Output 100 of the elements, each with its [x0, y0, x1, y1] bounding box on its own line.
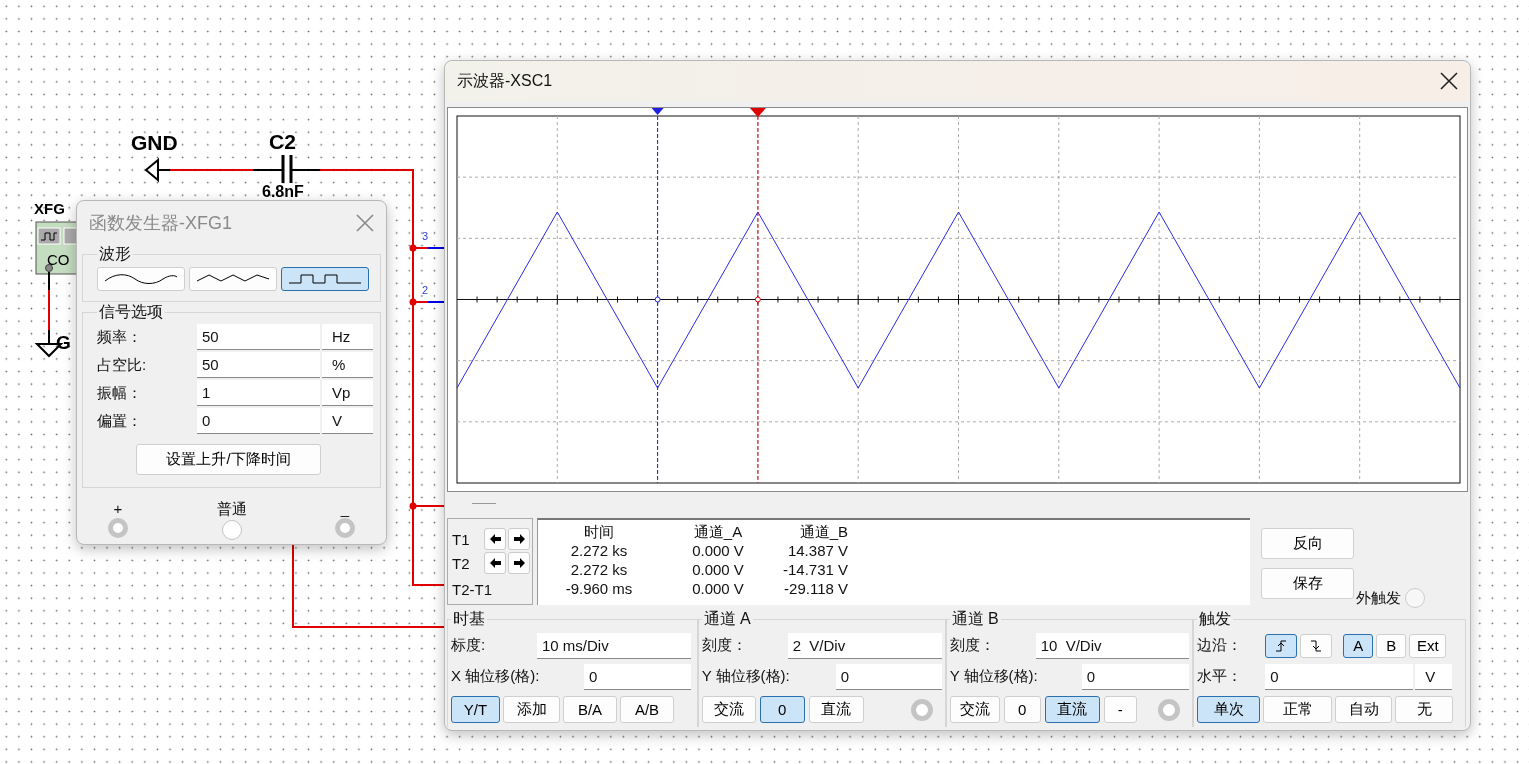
net-label: GND [131, 131, 178, 154]
field-label: 刻度： [949, 636, 996, 655]
source-button[interactable]: Ext [1409, 633, 1447, 658]
mode-button[interactable]: Y/T [451, 696, 500, 723]
group-title: 触发 [1198, 609, 1233, 629]
cursor-line[interactable] [757, 115, 759, 484]
move-left-button[interactable] [484, 552, 506, 574]
move-right-button[interactable] [508, 528, 530, 550]
edge-button[interactable] [1265, 633, 1298, 658]
field-label: 刻度： [701, 636, 748, 655]
mode-button[interactable]: A/B [620, 696, 674, 723]
coupling-button[interactable]: 交流 [949, 696, 1000, 723]
table-cell-text: 2.272 ks [569, 541, 629, 560]
input-field[interactable]: 1 [197, 380, 320, 406]
source-button[interactable]: B [1376, 633, 1407, 658]
cursor-label: T2 [452, 554, 471, 572]
table-cell-text: -9.960 ms [564, 579, 634, 598]
table-cell-text: 0.000 V [691, 560, 745, 579]
junction-dot [409, 244, 417, 252]
coupling-button[interactable]: - [1103, 696, 1137, 723]
field-label: 频率： [97, 327, 143, 347]
scale-field[interactable]: 10 ms/Div [537, 632, 691, 659]
rising-edge-icon [1275, 639, 1288, 652]
offset-field[interactable]: 0 [584, 663, 691, 690]
component-name: C2 [269, 130, 296, 153]
mode-button[interactable]: 自动 [1335, 696, 1393, 723]
coupling-button[interactable]: 0 [1003, 696, 1041, 723]
table-cell-text: 0.000 V [691, 541, 745, 560]
unit-field: Vp [322, 380, 373, 406]
table-cell-text: 14.387 V [786, 541, 848, 560]
close-icon[interactable] [1440, 72, 1458, 90]
cursor-point [754, 296, 761, 303]
component-name: XFG [34, 200, 65, 217]
net-number: 3 [422, 230, 429, 242]
action-button[interactable]: 保存 [1261, 568, 1354, 599]
mode-button[interactable]: 单次 [1197, 696, 1261, 723]
source-button[interactable]: A [1343, 633, 1374, 658]
unit-field: V [322, 408, 373, 434]
group-title: 时基 [452, 609, 486, 629]
field-label: 占空比: [97, 355, 148, 375]
coupling-button[interactable]: 0 [759, 696, 805, 723]
sine-wave-icon [105, 273, 177, 285]
field-label: 边沿： [1197, 636, 1244, 655]
cursor-label: T1 [452, 530, 471, 548]
field-label: 水平： [1197, 667, 1244, 686]
mode-button[interactable]: 正常 [1263, 696, 1333, 723]
component-value: 6.8nF [262, 183, 304, 200]
level-field[interactable]: 0 [1265, 663, 1414, 690]
cursor-handle[interactable] [749, 108, 766, 117]
table-cell-text: 0.000 V [691, 579, 745, 598]
junction-dot [409, 298, 417, 306]
move-right-button[interactable] [508, 552, 530, 574]
cursor-line[interactable] [657, 115, 659, 484]
unit-field: Hz [322, 324, 373, 350]
mode-button[interactable]: 添加 [503, 696, 560, 723]
input-field[interactable]: 50 [197, 352, 320, 378]
field-label: X 轴位移(格): [451, 667, 541, 686]
unit-field: V [1415, 663, 1453, 690]
table-cell-text: -29.118 V [783, 579, 848, 598]
group-title: 信号选项 [98, 302, 164, 322]
arrow-left-icon [489, 534, 501, 544]
column-header: 通道_A [692, 522, 744, 541]
column-header: 通道_B [798, 522, 848, 541]
window-title: 示波器-XSC1 [457, 70, 553, 91]
square-wave-icon [289, 273, 361, 285]
offset-field[interactable]: 0 [835, 663, 942, 690]
terminal-label: + [113, 500, 123, 517]
input-field[interactable]: 0 [197, 408, 320, 434]
rise-fall-time-button[interactable]: 设置上升/下降时间 [136, 444, 321, 475]
coupling-button[interactable]: 直流 [1044, 696, 1100, 723]
mode-button[interactable]: B/A [563, 696, 617, 723]
cursor-point [654, 296, 661, 303]
table-cell-text: -14.731 V [781, 560, 848, 579]
ext-trigger-label: 外触发 [1356, 588, 1401, 608]
table-cell-text: 2.272 ks [569, 560, 629, 579]
offset-field[interactable]: 0 [1081, 663, 1189, 690]
terminal-label: _ [340, 500, 350, 517]
coupling-button[interactable]: 交流 [701, 696, 756, 723]
field-label: 标度: [451, 636, 487, 655]
arrow-right-icon [513, 534, 525, 544]
scale-field[interactable]: 2 V/Div [787, 632, 942, 659]
capacitor-symbol [252, 153, 321, 185]
net-number: 2 [422, 284, 429, 296]
terminal-connector [1158, 698, 1181, 721]
field-label: Y 轴位移(格): [949, 667, 1039, 686]
ground-symbol [144, 159, 171, 181]
scale-field[interactable]: 10 V/Div [1035, 632, 1189, 659]
group-title: 波形 [98, 244, 132, 264]
action-button[interactable]: 反向 [1261, 528, 1354, 559]
input-field[interactable]: 50 [197, 324, 320, 350]
mode-button[interactable]: 无 [1395, 696, 1454, 723]
pin-label: CO [47, 251, 70, 268]
arrow-left-icon [489, 558, 501, 568]
column-header: 时间 [583, 522, 615, 541]
arrow-right-icon [513, 558, 525, 568]
move-left-button[interactable] [484, 528, 506, 550]
terminal-connector [1405, 588, 1425, 608]
coupling-button[interactable]: 直流 [808, 696, 864, 723]
field-label: 偏置： [97, 411, 143, 431]
terminal-connector [910, 698, 933, 721]
